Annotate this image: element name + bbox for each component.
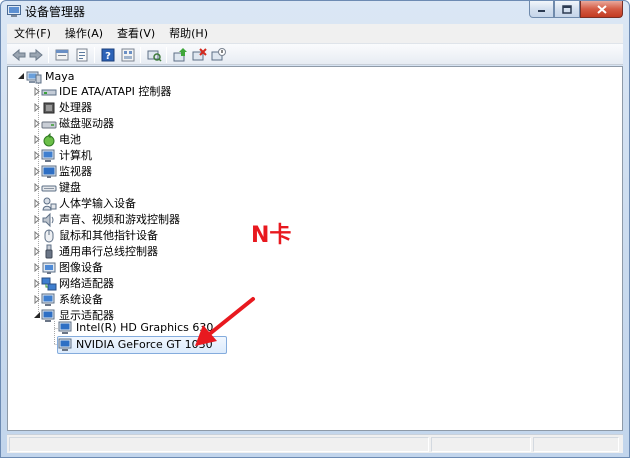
tree-category-label: 人体学输入设备 <box>59 197 136 210</box>
minimize-button[interactable] <box>529 1 554 18</box>
tree-category-label: 系统设备 <box>59 293 103 306</box>
collapse-triangle-icon[interactable] <box>17 72 26 81</box>
computer-icon <box>41 149 55 162</box>
tree-category-label: 处理器 <box>59 101 92 114</box>
processor-icon <box>43 102 55 114</box>
toolbar-separator <box>94 47 95 63</box>
mouse-icon <box>44 229 54 243</box>
window-title: 设备管理器 <box>25 5 86 19</box>
tree-category-label: IDE ATA/ATAPI 控制器 <box>59 85 172 98</box>
back-icon[interactable] <box>11 47 27 63</box>
display-adapter-icon <box>41 309 55 322</box>
uninstall-icon[interactable] <box>191 47 207 63</box>
tree-category-label: 声音、视频和游戏控制器 <box>59 213 180 226</box>
annotation-arrow-icon <box>195 297 255 346</box>
status-cell-tertiary <box>533 437 619 452</box>
up-icon[interactable] <box>54 47 70 63</box>
tree-category-label: 图像设备 <box>59 261 103 274</box>
minimize-icon <box>537 10 545 12</box>
update-driver-icon[interactable] <box>172 47 188 63</box>
network-adapter-icon <box>41 277 57 291</box>
device-manager-app-icon <box>7 5 21 17</box>
close-icon <box>596 4 607 14</box>
tree-category-label: 计算机 <box>59 149 92 162</box>
ide-controller-icon <box>41 89 57 96</box>
imaging-device-icon <box>42 262 56 274</box>
menu-bar: 文件(F) 操作(A) 查看(V) 帮助(H) <box>7 24 623 43</box>
display-adapter-icon <box>58 321 72 334</box>
tree-category-label: 电池 <box>59 133 81 146</box>
caption-buttons <box>529 1 623 19</box>
toolbar: ? <box>7 43 623 65</box>
menu-action[interactable]: 操作(A) <box>58 24 110 43</box>
display-adapter-icon <box>58 338 72 351</box>
disable-icon[interactable] <box>210 47 226 63</box>
maximize-button[interactable] <box>554 1 580 18</box>
battery-icon <box>43 132 55 147</box>
tree-category-label: 键盘 <box>59 181 81 194</box>
hid-icon <box>42 197 57 211</box>
usb-icon <box>45 244 53 259</box>
monitor-icon <box>41 165 57 178</box>
disk-drive-icon <box>41 121 57 129</box>
title-bar[interactable]: 设备管理器 <box>1 1 629 23</box>
status-cell-secondary <box>431 437 531 452</box>
menu-help[interactable]: 帮助(H) <box>162 24 215 43</box>
scan-hardware-icon[interactable] <box>146 47 162 63</box>
tree-category-label: 通用串行总线控制器 <box>59 245 158 258</box>
status-bar <box>7 434 623 453</box>
toolbar-separator <box>166 47 167 63</box>
tree-category-label: 监视器 <box>59 165 92 178</box>
tree-category-label: 网络适配器 <box>59 277 114 290</box>
device-manager-window: 设备管理器 文件(F) 操作(A) 查看(V) 帮助(H) ? Maya IDE… <box>0 0 630 458</box>
view-icon[interactable] <box>120 47 136 63</box>
close-button[interactable] <box>580 1 623 18</box>
computer-root-icon <box>26 71 42 84</box>
toolbar-separator <box>48 47 49 63</box>
tree-category-label: 磁盘驱动器 <box>59 117 114 130</box>
properties-icon[interactable] <box>74 47 90 63</box>
system-device-icon <box>41 293 55 306</box>
status-cell-main <box>9 437 429 452</box>
menu-view[interactable]: 查看(V) <box>110 24 162 43</box>
tree-root-label: Maya <box>45 70 75 83</box>
toolbar-separator <box>140 47 141 63</box>
maximize-icon <box>562 4 572 14</box>
keyboard-icon <box>41 185 57 192</box>
sound-icon <box>42 212 54 228</box>
help-icon[interactable]: ? <box>100 47 116 63</box>
device-tree[interactable]: Maya IDE ATA/ATAPI 控制器 处理器 磁盘驱动器 电池 计算机 <box>7 66 623 431</box>
forward-icon[interactable] <box>28 47 44 63</box>
svg-text:?: ? <box>105 51 111 62</box>
menu-file[interactable]: 文件(F) <box>7 24 58 43</box>
tree-category-label: 鼠标和其他指针设备 <box>59 229 158 242</box>
